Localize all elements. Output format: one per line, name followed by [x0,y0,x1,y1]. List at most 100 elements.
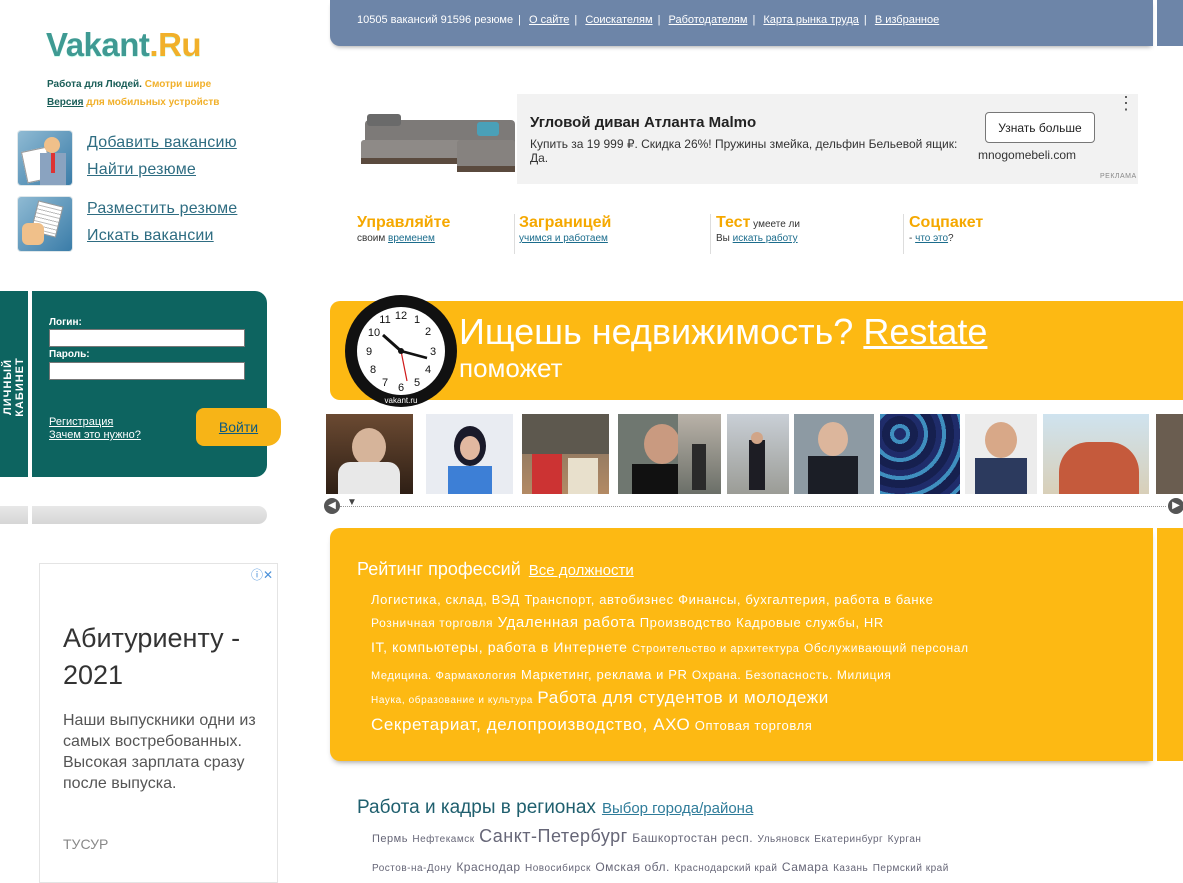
left-ad-text: Наши выпускники одни из самых востребова… [63,712,256,792]
profession-tag[interactable]: Логистика, склад, ВЭД [371,592,520,607]
adchoices-icon[interactable]: ⓘ✕ [251,566,273,583]
brick-photo[interactable] [1043,414,1149,494]
profession-tag[interactable]: IT, компьютеры, работа в Интернете [371,639,628,655]
strip-prev-icon[interactable]: ◀ [324,498,340,514]
nav-favorites[interactable]: В избранное [875,14,939,26]
profession-tag[interactable]: Розничная торговля [371,616,493,630]
mobile-version-link[interactable]: Версия [47,97,83,108]
why-link[interactable]: Зачем это нужно? [49,429,141,441]
left-ad-title: Абитуриенту - 2021 [63,623,241,690]
ad-mark: РЕКЛАМА [1100,173,1137,180]
svg-text:7: 7 [382,377,388,389]
city-link[interactable]: Санкт-Петербург [479,826,628,846]
employer-icon [18,131,72,185]
promo-divider [514,214,515,254]
city-link[interactable]: Омская обл. [595,860,669,874]
register-link[interactable]: Регистрация [49,416,113,428]
left-ad[interactable]: ⓘ✕ Абитуриенту - 2021 Наши выпускники од… [39,563,278,883]
city-link[interactable]: Казань [833,863,868,874]
city-link[interactable]: Краснодарский край [674,863,777,874]
profession-tag[interactable]: Удаленная работа [498,614,636,631]
site-stats: 10505 вакансий 91596 резюме [357,14,514,26]
top-ad[interactable]: Угловой диван Атланта Malmo Купить за 19… [357,94,1138,184]
profession-rating: Рейтинг профессий Все должности Логистика… [330,528,1153,761]
choose-city-link[interactable]: Выбор города/района [602,800,753,817]
post-resume-link[interactable]: Разместить резюме [87,200,237,218]
user-photo[interactable] [794,414,874,494]
svg-text:10: 10 [368,327,380,339]
city-link[interactable]: Нефтекамск [412,834,474,845]
promo-abroad-link[interactable]: учимся и работаем [519,233,608,244]
profession-tag[interactable]: Охрана. Безопасность. Милиция [692,668,892,682]
all-positions-link[interactable]: Все должности [529,562,634,579]
restate-subtitle: поможет [459,353,563,383]
profession-tag[interactable]: Медицина. Фармакология [371,670,517,682]
svg-text:6: 6 [398,382,404,394]
user-photo[interactable] [678,414,721,494]
learn-more-button[interactable]: Узнать больше [985,112,1095,143]
profession-tag[interactable]: Финансы, бухгалтерия, работа в банке [678,592,933,607]
more-options-icon[interactable]: ⋮ [1117,94,1135,112]
city-link[interactable]: Ростов-на-Дону [372,863,452,874]
left-scroll-bar[interactable] [0,506,267,524]
profession-tag[interactable]: Строительство и архитектура [632,643,800,655]
mobile-version: Версия для мобильных устройств [47,97,220,108]
profession-tag[interactable]: Оптовая торговля [695,718,813,733]
svg-text:11: 11 [379,314,390,326]
user-photo[interactable] [426,414,513,494]
city-link[interactable]: Самара [782,860,829,874]
top-ad-title[interactable]: Угловой диван Атланта Malmo [530,114,756,131]
chevron-down-icon[interactable]: ▼ [347,497,357,508]
user-photo[interactable] [522,414,609,494]
city-link[interactable]: Екатеринбург [814,834,883,845]
user-photo[interactable] [326,414,413,494]
svg-text:2: 2 [425,326,431,338]
restate-title: Ищешь недвижимость? Restate [459,311,988,352]
find-vacancies-link[interactable]: Искать вакансии [87,227,214,245]
user-photo[interactable] [965,414,1037,494]
profession-tag[interactable]: Транспорт, автобизнес [524,592,673,607]
login-input[interactable] [49,329,245,347]
profession-tag[interactable]: Наука, образование и культура [371,695,533,706]
restate-link[interactable]: Restate [863,311,987,352]
city-link[interactable]: Пермь [372,833,408,845]
city-link[interactable]: Курган [888,834,922,845]
promo-manage-link[interactable]: временем [388,233,435,244]
add-vacancy-link[interactable]: Добавить вакансию [87,134,237,152]
nav-about[interactable]: О сайте [529,14,569,26]
strip-next-icon[interactable]: ▶ [1168,498,1183,514]
promo-manage: Управляйте своим временем [357,214,451,244]
nav-applicants[interactable]: Соискателям [585,14,652,26]
profession-tag[interactable]: Обслуживающий персонал [804,641,969,655]
pattern-photo[interactable] [880,414,960,494]
profession-tag[interactable]: Производство [640,615,732,630]
profession-tag[interactable]: Кадровые службы, HR [736,615,884,630]
profession-tag[interactable]: Маркетинг, реклама и PR [521,667,687,682]
promo-test-link[interactable]: искать работу [733,233,798,244]
find-resume-link[interactable]: Найти резюме [87,161,196,179]
svg-text:4: 4 [425,364,431,376]
city-link[interactable]: Краснодар [456,860,520,874]
promo-social-link[interactable]: что это [915,233,948,244]
svg-text:3: 3 [430,346,436,358]
password-input[interactable] [49,362,245,380]
nav-labor-map[interactable]: Карта рынка труда [763,14,859,26]
login-label: Логин: [49,317,82,328]
city-link[interactable]: Пермский край [873,863,949,874]
login-button[interactable]: Войти [196,408,281,446]
nav-employers[interactable]: Работодателям [669,14,748,26]
promo-test: Тест умеете ли Вы искать работу [716,214,800,244]
site-logo[interactable]: Vakant.Ru [46,26,202,64]
sofa-image [357,100,515,176]
city-link[interactable]: Башкортостан респ. [632,831,753,845]
svg-text:1: 1 [414,314,420,326]
user-photo[interactable] [727,414,789,494]
city-link[interactable]: Новосибирск [525,863,591,874]
promo-abroad: Заграницей учимся и работаем [519,214,612,244]
top-nav-edge [1157,0,1183,46]
profession-tag[interactable]: Секретариат, делопроизводство, АХО [371,715,690,734]
tagline: Работа для Людей. Смотри шире [47,79,212,90]
profession-tag[interactable]: Работа для студентов и молодежи [537,688,828,707]
user-photo[interactable] [1156,414,1183,494]
city-link[interactable]: Ульяновск [758,834,810,845]
